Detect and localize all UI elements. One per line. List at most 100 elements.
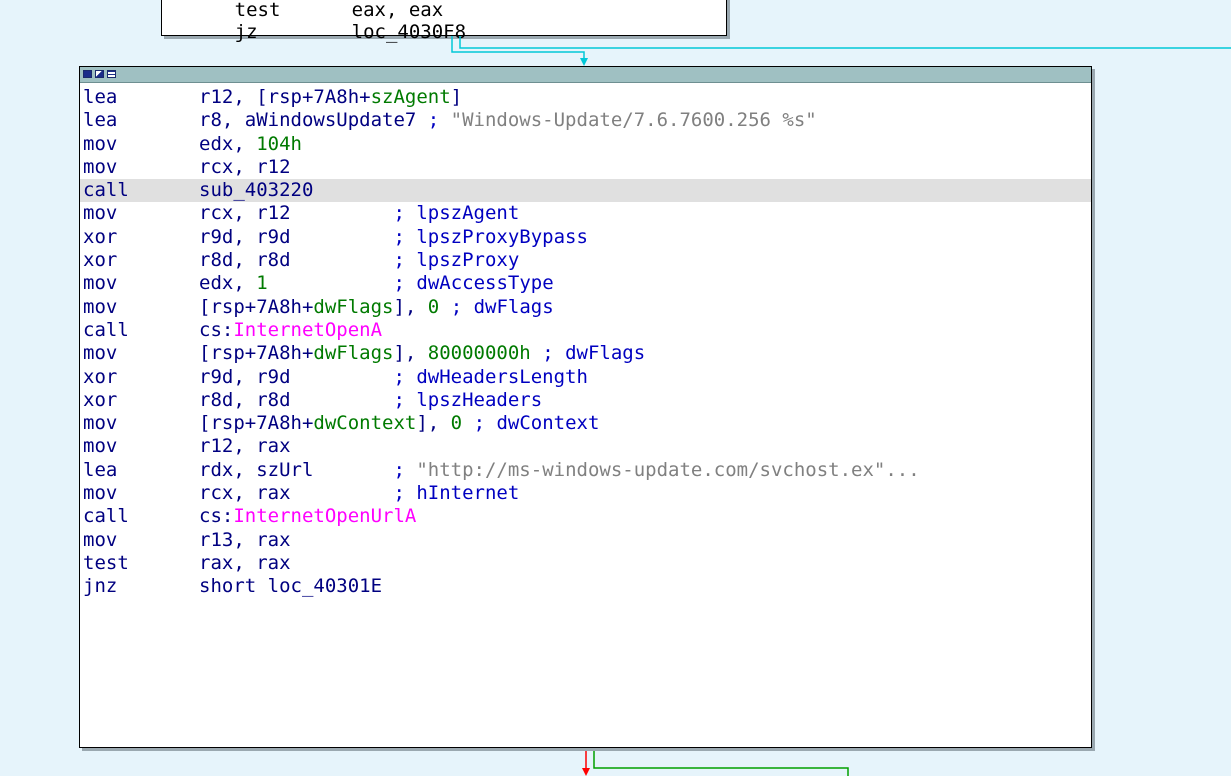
api-name: InternetOpenA <box>233 318 383 341</box>
mnemonic: lea <box>83 458 118 481</box>
instruction-line[interactable]: mov edx, 1 ; dwAccessType <box>80 272 1091 295</box>
string-comment: "http://ms-windows-update.com/svchost.ex… <box>416 458 920 481</box>
operands: rax, rax <box>199 551 291 574</box>
operands: rcx, r12 <box>199 202 394 225</box>
comment: ; lpszProxyBypass <box>393 225 588 248</box>
comment: ; <box>427 109 451 132</box>
mnemonic: lea <box>83 86 118 108</box>
operands: cs: <box>199 318 234 341</box>
operands: r8d, r8d <box>199 388 394 411</box>
edge-false-arrow <box>582 768 590 776</box>
block-title-bar[interactable] <box>80 67 1091 83</box>
mnemonic: mov <box>83 342 118 365</box>
mnemonic: call <box>83 179 129 202</box>
code-block[interactable]: lea r12, [rsp+7A8h+szAgent] lea r8, aWindow… <box>79 66 1092 748</box>
mnemonic: mov <box>83 132 118 155</box>
string-comment: "Windows-Update/7.6.7600.256 %s" <box>450 109 817 132</box>
instruction-line[interactable]: mov [rsp+7A8h+dwFlags], 80000000h ; dwFla… <box>80 342 1091 365</box>
mnemonic: mov <box>83 202 118 225</box>
mnemonic: xor <box>83 249 118 272</box>
stack-variable: dwFlags <box>313 295 394 318</box>
comment: ; dwHeadersLength <box>393 365 588 388</box>
immediate-value: 80000000h <box>427 342 531 365</box>
operands: sub_403220 <box>199 179 314 202</box>
operands: [rsp+7A8h+ <box>199 342 314 365</box>
immediate-value: 104h <box>256 132 302 155</box>
comment: ; lpszHeaders <box>393 388 543 411</box>
operands: r12, rax <box>199 435 291 458</box>
operand-tail: ], <box>393 295 428 318</box>
instruction-line[interactable]: xor r8d, r8d ; lpszProxy <box>80 249 1091 272</box>
mnemonic: lea <box>83 109 118 132</box>
mnemonic: mov <box>83 155 118 178</box>
mnemonic: jnz <box>83 575 118 598</box>
comment: ; dwAccessType <box>393 272 554 295</box>
edge-fallthrough <box>451 36 585 62</box>
stack-variable: szAgent <box>370 86 451 108</box>
comment: ; dwFlags <box>439 295 554 318</box>
mnemonic: mov <box>83 528 118 551</box>
operands: r8, aWindowsUpdate7 <box>199 109 428 132</box>
operands: [rsp+7A8h+ <box>199 295 314 318</box>
operands: r9d, r9d <box>199 365 394 388</box>
instruction-line[interactable]: mov r13, rax <box>80 529 1091 552</box>
instruction-line[interactable]: call sub_403220 <box>80 179 1091 203</box>
edge-branch-taken <box>459 36 1231 49</box>
immediate-value: 1 <box>256 272 268 295</box>
padding <box>268 272 394 294</box>
mnemonic: call <box>83 505 129 528</box>
operands: r12, [rsp+7A8h+ <box>199 86 371 108</box>
instruction-line[interactable]: call cs:InternetOpenUrlA <box>80 505 1091 528</box>
instruction-line[interactable]: mov rcx, rax ; hInternet <box>80 482 1091 505</box>
mnemonic: mov <box>83 295 118 318</box>
mnemonic: mov <box>83 482 118 505</box>
instruction-line[interactable]: mov [rsp+7A8h+dwContext], 0 ; dwContext <box>80 412 1091 435</box>
operands: rcx, r12 <box>199 155 291 178</box>
instruction-line[interactable]: lea rdx, szUrl ; "http://ms-windows-updat… <box>80 459 1091 482</box>
mnemonic: mov <box>83 412 118 435</box>
operand-tail: ], <box>416 412 451 435</box>
operand-tail: ] <box>450 86 463 108</box>
mnemonic: mov <box>83 272 118 295</box>
graph-node-icon[interactable] <box>95 70 104 78</box>
instruction-line[interactable]: xor r9d, r9d ; dwHeadersLength <box>80 366 1091 389</box>
operands: [rsp+7A8h+ <box>199 412 314 435</box>
instruction-line[interactable]: lea r8, aWindowsUpdate7 ; "Windows-Update… <box>80 109 1091 132</box>
immediate-value: 0 <box>450 412 463 435</box>
instruction-line[interactable]: call cs:InternetOpenA <box>80 319 1091 342</box>
instruction-line[interactable]: mov r12, rax <box>80 435 1091 458</box>
instruction-line[interactable]: lea r12, [rsp+7A8h+szAgent] <box>80 86 1091 109</box>
operands: cs: <box>199 505 234 528</box>
color-square-icon[interactable] <box>83 70 92 78</box>
stack-variable: dwContext <box>313 412 417 435</box>
comment: ; lpszAgent <box>393 202 520 225</box>
comment: ; lpszProxy <box>393 249 520 272</box>
instruction-line[interactable]: xor r9d, r9d ; lpszProxyBypass <box>80 226 1091 249</box>
operands: r9d, r9d <box>199 225 394 248</box>
instruction-line[interactable]: xor r8d, r8d ; lpszHeaders <box>80 389 1091 412</box>
graph-view[interactable]: test eax, eax jz loc_4030F8 lea r12, [rsp+7… <box>0 0 1231 776</box>
mnemonic: test <box>83 551 129 574</box>
mnemonic: mov <box>83 435 118 458</box>
mnemonic: xor <box>83 388 118 411</box>
operands: edx, <box>199 272 257 295</box>
immediate-value: 0 <box>427 295 440 318</box>
operands: short loc_40301E <box>199 575 383 598</box>
operands: rdx, szUrl <box>199 458 394 481</box>
instruction-line[interactable]: jnz short loc_40301E <box>80 575 1091 598</box>
text-view-icon[interactable] <box>107 70 116 78</box>
operand-tail: ], <box>393 342 428 365</box>
instruction-line[interactable]: mov rcx, r12 ; lpszAgent <box>80 202 1091 225</box>
stack-variable: dwFlags <box>313 342 394 365</box>
comment: ; <box>393 458 417 481</box>
comment: ; dwContext <box>462 412 600 435</box>
instruction-line[interactable]: mov [rsp+7A8h+dwFlags], 0 ; dwFlags <box>80 296 1091 319</box>
instruction-line[interactable]: mov edx, 104h <box>80 133 1091 156</box>
operands: r13, rax <box>199 528 291 551</box>
disassembly-listing: lea r12, [rsp+7A8h+szAgent] lea r8, aWindow… <box>80 86 1091 599</box>
instruction-line[interactable]: mov rcx, r12 <box>80 156 1091 179</box>
comment: ; dwFlags <box>530 342 646 365</box>
instruction-line[interactable]: test rax, rax <box>80 552 1091 575</box>
mnemonic: xor <box>83 225 118 248</box>
operands: r8d, r8d <box>199 249 394 272</box>
